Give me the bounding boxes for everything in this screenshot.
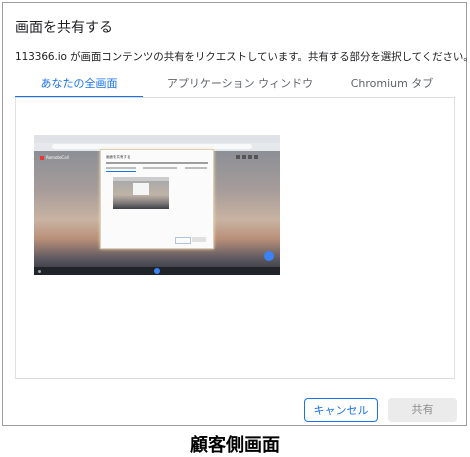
nested-tab-2	[143, 167, 177, 169]
thumbnail-browser-tabbar	[34, 135, 280, 143]
thumbnail-shelf-icon	[38, 270, 41, 273]
nested-share-button	[192, 237, 206, 242]
thumbnail-launcher-icon	[154, 268, 160, 274]
tab-chromium-tab[interactable]: Chromium タブ	[337, 71, 447, 96]
thumbnail-fab-icon	[264, 251, 274, 261]
nested-dialog-title: 画面を共有する	[106, 155, 131, 159]
tab-application-window[interactable]: アプリケーション ウィンドウ	[165, 71, 315, 96]
source-list-panel: RemoteCall 画面を共有する	[15, 98, 455, 379]
share-screen-dialog: 画面を共有する 113366.io が画面コンテンツの共有をリクエストしています…	[2, 2, 470, 426]
nested-tab-3	[185, 167, 207, 169]
nested-screen-thumbnail	[113, 177, 169, 209]
source-tabs: あなたの全画面 アプリケーション ウィンドウ Chromium タブ	[15, 71, 455, 98]
thumbnail-nested-dialog: 画面を共有する	[100, 149, 214, 249]
caption: 顧客側画面	[190, 435, 280, 456]
nested-tab-1	[106, 167, 136, 169]
brand-logo-icon	[40, 156, 44, 160]
tab-entire-screen-label: あなたの全画面	[40, 77, 118, 90]
nested-tab-underline	[106, 171, 136, 172]
thumbnail-brand-text: RemoteCall	[46, 155, 69, 160]
thumbnail-toolbar-icons	[236, 144, 260, 159]
tab-chromium-tab-label: Chromium タブ	[350, 77, 434, 90]
dialog-subtitle: 113366.io が画面コンテンツの共有をリクエストしています。共有する部分を…	[15, 51, 470, 63]
dialog-title: 画面を共有する	[15, 20, 113, 36]
nested-inner-dialog	[133, 183, 149, 195]
share-button[interactable]: 共有	[388, 398, 457, 422]
nested-dialog-subtitle	[106, 162, 208, 164]
nested-cancel-button	[175, 237, 191, 244]
cancel-button[interactable]: キャンセル	[304, 398, 378, 422]
thumbnail-brand: RemoteCall	[40, 155, 69, 160]
tab-entire-screen[interactable]: あなたの全画面	[15, 71, 143, 98]
tab-application-window-label: アプリケーション ウィンドウ	[166, 77, 314, 90]
screen-thumbnail[interactable]: RemoteCall 画面を共有する	[34, 135, 280, 275]
